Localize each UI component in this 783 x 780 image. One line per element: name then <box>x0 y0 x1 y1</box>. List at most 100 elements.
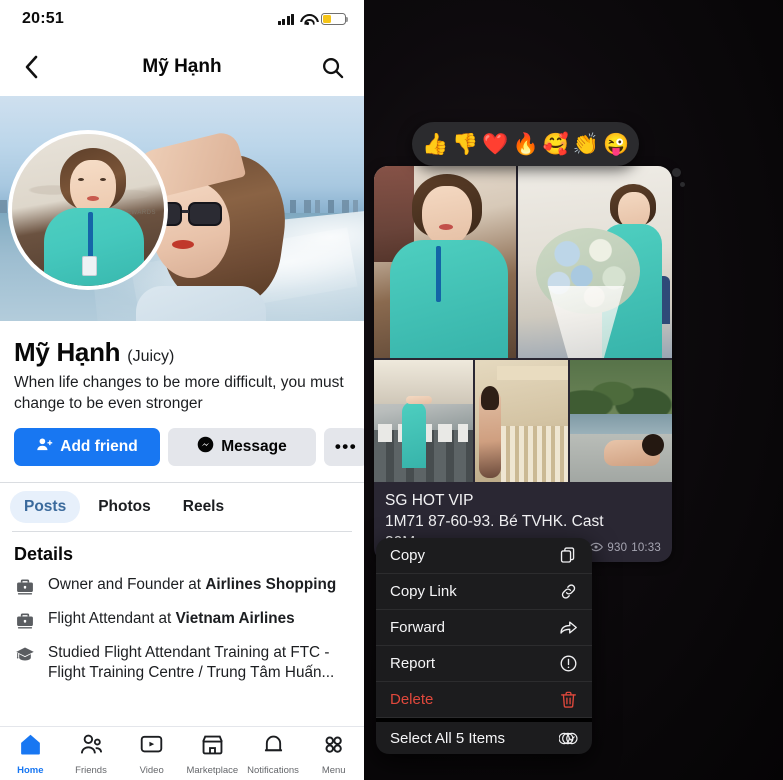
marketplace-icon <box>200 732 225 762</box>
context-menu: Copy Copy Link Forward Report Delete Sel… <box>376 538 592 754</box>
status-bar: 20:51 <box>0 0 364 38</box>
bottom-nav-label: Friends <box>75 764 107 776</box>
home-icon <box>18 732 43 762</box>
thumbs-up-reaction[interactable]: 👍 <box>422 134 448 155</box>
context-menu-label: Copy <box>390 547 426 564</box>
add-friend-button[interactable]: Add friend <box>14 428 160 467</box>
album-photo-3[interactable] <box>374 360 473 482</box>
album-photo-5[interactable] <box>570 360 672 482</box>
details-section: Details Owner and Founder at Airlines Sh… <box>0 532 364 683</box>
graduation-cap-icon <box>14 644 36 666</box>
thumbs-down-reaction[interactable]: 👎 <box>452 134 478 155</box>
profile-bio: When life changes to be more difficult, … <box>14 374 344 412</box>
add-friend-label: Add friend <box>60 438 138 456</box>
profile-nickname: (Juicy) <box>127 348 175 365</box>
select-all-icon <box>558 728 578 748</box>
tab-posts[interactable]: Posts <box>10 491 81 524</box>
reaction-bubble-dot-large <box>672 168 681 177</box>
bottom-nav-label: Home <box>17 764 44 776</box>
album-row-top <box>374 166 672 358</box>
bottom-nav-label: Video <box>139 764 164 776</box>
smiling-face-with-hearts-reaction[interactable]: 🥰 <box>543 134 569 155</box>
context-menu-label: Forward <box>390 619 446 636</box>
bottom-nav-home[interactable]: Home <box>0 732 61 776</box>
profile-tabs: Posts Photos Reels <box>0 483 364 529</box>
bottom-nav-notifications[interactable]: Notifications <box>243 732 304 776</box>
context-menu-item-copy[interactable]: Copy <box>376 538 592 574</box>
heart-reaction[interactable]: ❤️ <box>482 134 508 155</box>
profile-name-row: Mỹ Hạnh (Juicy) <box>14 337 350 368</box>
detail-row-work-owner[interactable]: Owner and Founder at Airlines Shopping <box>14 575 350 598</box>
context-menu-label: Delete <box>390 691 434 708</box>
link-icon <box>558 582 578 602</box>
profile-actions: Add friend Message ••• <box>0 414 364 467</box>
photo-album-grid <box>374 166 672 482</box>
more-options-button[interactable]: ••• <box>324 428 364 467</box>
reaction-picker-bar: 👍 👎 ❤️ 🔥 🥰 👏 😜 <box>412 122 640 166</box>
context-menu-item-report[interactable]: Report <box>376 646 592 682</box>
context-menu-label: Copy Link <box>390 583 457 600</box>
avatar[interactable]: WITH NH REWARDS <box>8 130 168 290</box>
detail-text: Flight Attendant at Vietnam Airlines <box>48 610 295 628</box>
bottom-nav-video[interactable]: Video <box>121 732 182 776</box>
context-menu-item-delete[interactable]: Delete <box>376 682 592 718</box>
details-heading: Details <box>14 544 74 565</box>
context-menu-item-copy-link[interactable]: Copy Link <box>376 574 592 610</box>
clapping-hands-reaction[interactable]: 👏 <box>573 134 599 155</box>
detail-row-education[interactable]: Studied Flight Attendant Training at FTC… <box>14 643 350 683</box>
message-time: 10:33 <box>631 542 661 555</box>
caption-line-2: 1M71 87-60-93. Bé TVHK. Cast <box>385 512 604 530</box>
bottom-nav-label: Menu <box>321 764 346 776</box>
person-add-icon <box>36 436 53 458</box>
profile-name: Mỹ Hạnh <box>14 337 121 367</box>
winking-face-reaction[interactable]: 😜 <box>603 134 629 155</box>
context-menu-label: Report <box>390 655 436 672</box>
context-menu-item-select-all[interactable]: Select All 5 Items <box>376 718 592 754</box>
battery-low-icon <box>321 12 349 26</box>
bottom-navigation: Home Friends Video Marketplace Notificat… <box>0 726 364 780</box>
status-icons <box>277 12 349 26</box>
telegram-chat-panel: 👍 👎 ❤️ 🔥 🥰 👏 😜 SG HOT VIP 1M71 87-60-93.… <box>364 0 783 780</box>
fire-reaction[interactable]: 🔥 <box>512 134 538 155</box>
video-icon <box>139 732 164 762</box>
message-label: Message <box>221 438 287 456</box>
context-menu-item-forward[interactable]: Forward <box>376 610 592 646</box>
album-photo-1[interactable] <box>374 166 516 358</box>
bell-icon <box>261 732 286 762</box>
tab-reels[interactable]: Reels <box>169 491 238 523</box>
context-menu-label: Select All 5 Items <box>390 729 506 747</box>
search-icon[interactable] <box>316 51 348 83</box>
report-exclamation-icon <box>558 654 578 674</box>
caption-line-1: SG HOT VIP <box>385 492 474 509</box>
bottom-nav-marketplace[interactable]: Marketplace <box>182 732 243 776</box>
bottom-nav-label: Marketplace <box>186 764 239 776</box>
message-button[interactable]: Message <box>168 428 316 467</box>
tab-photos[interactable]: Photos <box>84 491 165 523</box>
detail-text: Owner and Founder at Airlines Shopping <box>48 576 337 594</box>
menu-grid-icon <box>321 732 346 762</box>
back-button[interactable] <box>16 52 46 82</box>
status-time: 20:51 <box>22 10 64 27</box>
facebook-profile-panel: 20:51 Mỹ Hạnh REWARDS Mỹ Hạnh (Juicy) Wh… <box>0 0 364 780</box>
cellular-bars-icon <box>277 13 294 25</box>
bottom-nav-menu[interactable]: Menu <box>303 732 364 776</box>
album-row-bottom <box>374 360 672 482</box>
view-count: 930 <box>607 542 628 555</box>
profile-identity: Mỹ Hạnh (Juicy) When life changes to be … <box>0 321 364 414</box>
bottom-nav-friends[interactable]: Friends <box>61 732 122 776</box>
detail-row-work-attendant[interactable]: Flight Attendant at Vietnam Airlines <box>14 609 350 632</box>
album-photo-4[interactable] <box>475 360 568 482</box>
profile-nav-bar: Mỹ Hạnh <box>0 38 364 96</box>
message-bubble[interactable]: SG HOT VIP 1M71 87-60-93. Bé TVHK. Cast … <box>374 166 672 562</box>
detail-text: Studied Flight Attendant Training at FTC… <box>48 644 335 682</box>
split-screenshot-root: 20:51 Mỹ Hạnh REWARDS Mỹ Hạnh (Juicy) Wh… <box>0 0 783 780</box>
briefcase-icon <box>14 576 36 598</box>
friends-icon <box>79 732 104 762</box>
album-photo-2[interactable] <box>518 166 672 358</box>
message-meta: 930 10:33 <box>589 542 661 555</box>
copy-icon <box>558 546 578 566</box>
briefcase-icon <box>14 610 36 632</box>
bottom-nav-label: Notifications <box>247 764 299 776</box>
page-title: Mỹ Hạnh <box>142 56 222 77</box>
reaction-bubble-dot-small <box>680 182 685 187</box>
